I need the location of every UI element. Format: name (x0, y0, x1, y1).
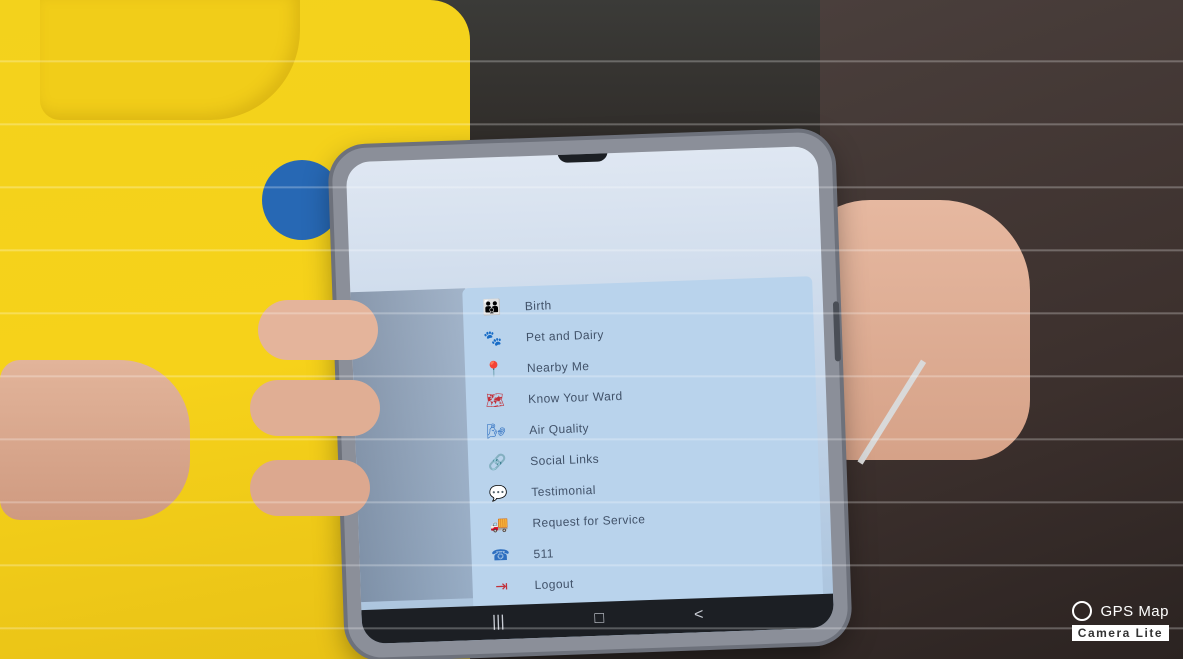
gps-map-camera-watermark: GPS Map Camera Lite (969, 601, 1169, 651)
location-pin-icon: 📍 (484, 360, 504, 379)
photo-scene: 👪 Birth 🐾 Pet and Dairy 📍 Nearby Me 🗺 Know Your… (0, 0, 1183, 659)
menu-item-label: Testimonial (531, 482, 596, 499)
logout-icon: ⇥ (495, 577, 509, 595)
smartphone: 👪 Birth 🐾 Pet and Dairy 📍 Nearby Me 🗺 Know Your… (331, 131, 849, 659)
menu-item-label: Air Quality (528, 420, 590, 437)
drawer-menu: 👪 Birth 🐾 Pet and Dairy 📍 Nearby Me 🗺 Know Your… (478, 280, 819, 601)
shirt-logo (262, 160, 342, 240)
menu-item-label: Logout (534, 576, 574, 592)
testimonial-icon: 💬 (488, 484, 509, 503)
watermark-title: GPS Map (1100, 602, 1169, 620)
recent-apps-button[interactable]: ||| (492, 613, 505, 631)
phone-screen: 👪 Birth 🐾 Pet and Dairy 📍 Nearby Me 🗺 Know Your… (345, 145, 835, 645)
family-icon: 👪 (482, 298, 502, 317)
finger (250, 380, 380, 436)
watermark-subtitle: Camera Lite (1071, 625, 1169, 641)
shirt-collar (40, 0, 300, 120)
menu-item-label: Know Your Ward (527, 388, 623, 406)
air-icon: 🌬 (486, 422, 507, 441)
thumb (258, 300, 378, 360)
truck-icon: 🚚 (489, 515, 510, 534)
menu-item-label: Pet and Dairy (525, 326, 605, 344)
share-icon: 🔗 (487, 453, 507, 472)
left-person-hand (0, 360, 190, 520)
menu-item-label: Birth (524, 297, 552, 313)
back-button[interactable]: < (694, 606, 704, 624)
pet-icon: 🐾 (483, 329, 503, 348)
menu-item-label: Nearby Me (526, 358, 590, 375)
globe-icon (1072, 601, 1093, 621)
menu-item-label: Social Links (530, 451, 600, 468)
finger (250, 460, 370, 516)
menu-item-label: 511 (533, 545, 555, 561)
home-button[interactable]: □ (594, 610, 604, 628)
menu-item-label: Request for Service (532, 511, 646, 530)
phone-notch (557, 151, 608, 163)
phone-icon: ☎ (490, 546, 511, 565)
android-nav-bar: ||| □ < (361, 593, 835, 645)
map-icon: 🗺 (485, 391, 505, 410)
